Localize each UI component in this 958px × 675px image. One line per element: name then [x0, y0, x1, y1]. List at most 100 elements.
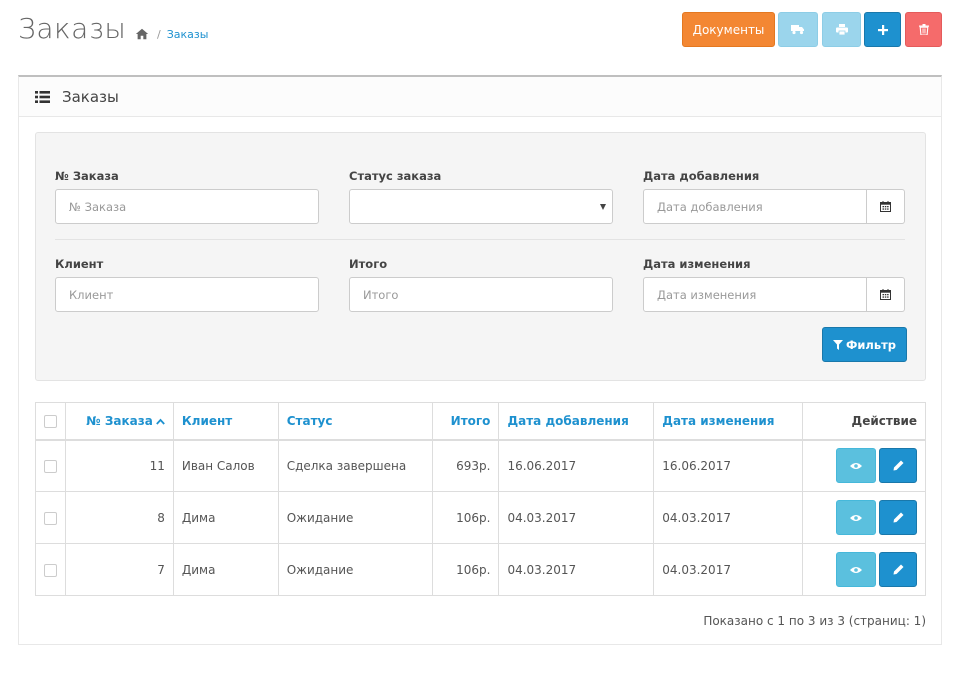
home-icon[interactable]	[135, 27, 149, 41]
select-all-checkbox[interactable]	[44, 414, 57, 428]
total-input[interactable]: Итого	[349, 277, 613, 312]
customer-cell: Иван Салов	[172, 439, 279, 492]
view-button[interactable]	[836, 500, 876, 535]
column-total[interactable]: Итого	[432, 402, 500, 441]
column-date-added[interactable]: Дата добавления	[498, 402, 655, 441]
select-all-cell	[35, 402, 66, 441]
view-button[interactable]	[836, 448, 876, 484]
row-select-cell	[35, 543, 66, 596]
status-cell: Сделка завершена	[277, 439, 434, 492]
date-modified-calendar-button[interactable]	[867, 277, 905, 312]
orders-table: № Заказа Клиент Статус Итого Дата добавл…	[35, 402, 926, 596]
action-cell	[802, 439, 926, 492]
status-cell: Ожидание	[277, 491, 434, 544]
order-id-cell: 8	[65, 491, 174, 544]
column-date-modified[interactable]: Дата изменения	[653, 402, 804, 441]
table-row: 8 Дима Ожидание 106р. 04.03.2017 04.03.2…	[35, 491, 926, 544]
view-button[interactable]	[836, 552, 876, 587]
calendar-icon	[880, 201, 891, 212]
customer-cell: Дима	[172, 491, 279, 544]
panel-heading: Заказы	[19, 77, 941, 117]
row-checkbox[interactable]	[44, 459, 57, 473]
date-added-cell: 16.06.2017	[498, 439, 655, 492]
eye-icon	[850, 462, 862, 469]
order-status-select[interactable]	[349, 189, 613, 224]
date-added-input[interactable]: Дата добавления	[643, 189, 867, 224]
breadcrumb-separator: /	[157, 27, 161, 41]
eye-icon	[850, 514, 862, 521]
pagination-summary: Показано с 1 по 3 из 3 (страниц: 1)	[703, 614, 926, 628]
action-cell	[802, 543, 926, 596]
table-row: 7 Дима Ожидание 106р. 04.03.2017 04.03.2…	[35, 543, 926, 596]
truck-icon	[791, 25, 804, 35]
filter-icon	[832, 339, 843, 350]
date-modified-cell: 04.03.2017	[653, 491, 804, 544]
date-added-cell: 04.03.2017	[498, 491, 655, 544]
status-cell: Ожидание	[277, 543, 434, 596]
breadcrumb-link-orders[interactable]: Заказы	[167, 28, 209, 41]
total-cell: 106р.	[432, 543, 500, 596]
page-header: Заказы / Заказы Документы	[18, 10, 942, 56]
filter-button[interactable]: Фильтр	[822, 327, 907, 362]
column-order-id[interactable]: № Заказа	[65, 402, 174, 441]
date-modified-input[interactable]: Дата изменения	[643, 277, 867, 312]
row-select-cell	[35, 491, 66, 544]
documents-button[interactable]: Документы	[682, 12, 775, 47]
shipping-button[interactable]	[778, 12, 818, 47]
documents-button-label: Документы	[692, 22, 765, 37]
orders-panel: Заказы № Заказа № Заказа Статус заказа Д…	[18, 75, 942, 645]
filter-divider	[55, 239, 905, 240]
table-row: 11 Иван Салов Сделка завершена 693р. 16.…	[35, 439, 926, 492]
edit-button[interactable]	[879, 448, 917, 484]
filter-button-label: Фильтр	[845, 337, 897, 352]
filter-panel: № Заказа № Заказа Статус заказа Дата доб…	[35, 132, 926, 381]
breadcrumb: / Заказы	[135, 27, 208, 41]
order-id-placeholder: № Заказа	[69, 199, 127, 214]
edit-button[interactable]	[879, 552, 917, 587]
row-select-cell	[35, 439, 66, 492]
column-status[interactable]: Статус	[277, 402, 434, 441]
order-id-cell: 11	[65, 439, 174, 492]
sort-asc-icon	[155, 418, 165, 425]
column-action: Действие	[802, 402, 926, 441]
total-cell: 693р.	[432, 439, 500, 492]
pencil-icon	[893, 564, 903, 575]
row-checkbox[interactable]	[44, 511, 57, 525]
date-modified-cell: 04.03.2017	[653, 543, 804, 596]
customer-cell: Дима	[172, 543, 279, 596]
delete-button[interactable]	[905, 12, 942, 47]
date-modified-label: Дата изменения	[643, 257, 751, 271]
column-customer[interactable]: Клиент	[172, 402, 279, 441]
edit-button[interactable]	[879, 500, 917, 535]
date-added-placeholder: Дата добавления	[657, 199, 763, 214]
order-id-cell: 7	[65, 543, 174, 596]
total-cell: 106р.	[432, 491, 500, 544]
total-label: Итого	[349, 257, 388, 271]
order-id-input[interactable]: № Заказа	[55, 189, 319, 224]
customer-placeholder: Клиент	[69, 287, 114, 302]
eye-icon	[850, 566, 862, 573]
plus-icon	[877, 24, 888, 35]
trash-icon	[918, 24, 929, 35]
date-added-cell: 04.03.2017	[498, 543, 655, 596]
order-status-label: Статус заказа	[349, 169, 442, 183]
column-order-id-label: № Заказа	[86, 413, 153, 428]
customer-input[interactable]: Клиент	[55, 277, 319, 312]
date-modified-placeholder: Дата изменения	[657, 287, 757, 302]
pencil-icon	[893, 460, 903, 471]
row-checkbox[interactable]	[44, 563, 57, 577]
customer-label: Клиент	[55, 257, 104, 271]
page-title: Заказы	[18, 12, 127, 45]
list-icon	[35, 90, 50, 103]
add-button[interactable]	[864, 12, 901, 47]
calendar-icon	[880, 289, 891, 300]
date-added-label: Дата добавления	[643, 169, 760, 183]
table-header-row: № Заказа Клиент Статус Итого Дата добавл…	[35, 402, 926, 441]
print-button[interactable]	[822, 12, 861, 47]
select-caret-icon	[600, 204, 606, 210]
date-added-calendar-button[interactable]	[867, 189, 905, 224]
print-icon	[835, 24, 848, 35]
date-modified-cell: 16.06.2017	[653, 439, 804, 492]
panel-title: Заказы	[62, 87, 119, 106]
pencil-icon	[893, 512, 903, 523]
